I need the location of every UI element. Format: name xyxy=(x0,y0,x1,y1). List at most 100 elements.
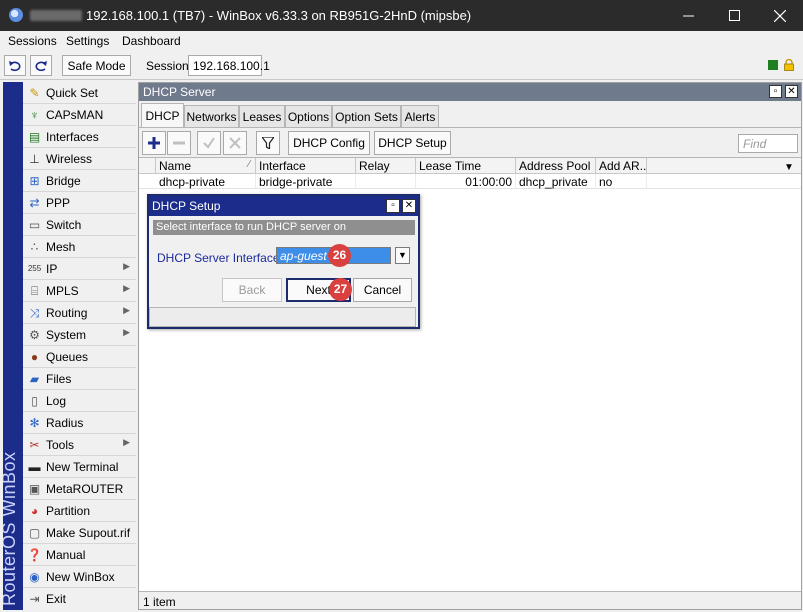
tab-option-sets[interactable]: Option Sets xyxy=(332,105,401,127)
maximize-icon xyxy=(728,10,740,21)
cancel-button[interactable]: Cancel xyxy=(353,278,412,302)
minimize-button[interactable] xyxy=(665,0,711,31)
sidebar-item-tools[interactable]: ✂ Tools ▶ xyxy=(23,434,136,456)
sidebar-item-new-terminal[interactable]: ▬ New Terminal xyxy=(23,456,136,478)
sidebar-item-mesh[interactable]: ∴ Mesh xyxy=(23,236,136,258)
sidebar-item-queues[interactable]: ● Queues xyxy=(23,346,136,368)
menu-sessions[interactable]: Sessions xyxy=(8,34,57,48)
column-name[interactable]: Name ∕ xyxy=(156,158,256,174)
tab-options[interactable]: Options xyxy=(285,105,332,127)
sidebar-item-new-winbox[interactable]: ◉ New WinBox xyxy=(23,566,136,588)
submenu-arrow-icon: ▶ xyxy=(123,305,130,315)
select-column xyxy=(139,158,156,174)
close-icon: ✕ xyxy=(404,200,414,211)
minus-icon xyxy=(173,141,185,145)
bridge-icon: ⊞ xyxy=(29,174,40,188)
tab-dhcp[interactable]: DHCP xyxy=(141,103,184,127)
sidebar-item-log[interactable]: ▯ Log xyxy=(23,390,136,412)
sidebar-item-make-supout[interactable]: ▢ Make Supout.rif xyxy=(23,522,136,544)
close-icon: ✕ xyxy=(787,86,796,97)
capsman-icon: ♆ xyxy=(30,108,39,122)
disable-button[interactable] xyxy=(223,131,247,155)
close-icon xyxy=(774,9,786,22)
tab-leases[interactable]: Leases xyxy=(239,105,285,127)
manual-icon: ❓ xyxy=(27,548,42,562)
column-address-pool[interactable]: Address Pool xyxy=(516,158,596,174)
sidebar-item-switch[interactable]: ▭ Switch xyxy=(23,214,136,236)
sidebar-item-quick-set[interactable]: ✎ Quick Set xyxy=(23,82,136,104)
sidebar-item-ppp[interactable]: ⇄ PPP xyxy=(23,192,136,214)
sidebar-item-ip[interactable]: 255 IP ▶ xyxy=(23,258,136,280)
radius-icon: ✻ xyxy=(29,416,40,430)
partition-icon: ◕ xyxy=(30,504,39,518)
dhcp-setup-button[interactable]: DHCP Setup xyxy=(374,131,451,155)
menu-settings[interactable]: Settings xyxy=(66,34,109,48)
find-input[interactable]: Find xyxy=(738,134,798,153)
sidebar-item-wireless[interactable]: ⊥ Wireless xyxy=(23,148,136,170)
plus-icon xyxy=(148,137,160,149)
safe-mode-button[interactable]: Safe Mode xyxy=(62,55,131,76)
sidebar-item-mpls[interactable]: ⌸ MPLS ▶ xyxy=(23,280,136,302)
tab-networks[interactable]: Networks xyxy=(184,105,239,127)
ppp-icon: ⇄ xyxy=(29,196,40,210)
undo-button[interactable] xyxy=(4,55,26,76)
column-add-arp[interactable]: Add AR... xyxy=(596,158,647,174)
column-menu-button[interactable]: ▼ xyxy=(781,158,801,174)
sidebar-item-files[interactable]: ▰ Files xyxy=(23,368,136,390)
back-button[interactable]: Back xyxy=(222,278,282,302)
dhcp-config-button[interactable]: DHCP Config xyxy=(288,131,370,155)
menu-dashboard[interactable]: Dashboard xyxy=(122,34,181,48)
exit-icon: ⇥ xyxy=(29,592,40,606)
close-button[interactable] xyxy=(757,0,803,31)
table-header: Name ∕ Interface Relay Lease Time Address… xyxy=(139,158,801,174)
dialog-instruction: Select interface to run DHCP server on xyxy=(153,220,415,235)
redo-button[interactable] xyxy=(30,55,52,76)
sidebar-item-metarouter[interactable]: ▣ MetaROUTER xyxy=(23,478,136,500)
sidebar-item-interfaces[interactable]: ▤ Interfaces xyxy=(23,126,136,148)
filter-button[interactable] xyxy=(256,131,280,155)
window-restore-button[interactable]: ▫ xyxy=(769,85,782,98)
tools-icon: ✂ xyxy=(29,438,40,452)
sidebar-item-exit[interactable]: ⇥ Exit xyxy=(23,588,136,610)
column-interface[interactable]: Interface xyxy=(256,158,356,174)
add-button[interactable] xyxy=(142,131,166,155)
interface-dropdown-button[interactable]: ▼ xyxy=(395,247,410,264)
maximize-button[interactable] xyxy=(711,0,757,31)
column-lease-time[interactable]: Lease Time xyxy=(416,158,516,174)
session-address: 192.168.100.1 xyxy=(188,55,270,76)
column-relay[interactable]: Relay xyxy=(356,158,416,174)
check-icon xyxy=(203,137,215,149)
table-row[interactable]: dhcp-private bridge-private 01:00:00 dhc… xyxy=(139,174,801,189)
sidebar-item-capsman[interactable]: ♆ CAPsMAN xyxy=(23,104,136,126)
lock-icon xyxy=(784,59,794,71)
dialog-close-button[interactable]: ✕ xyxy=(402,199,416,213)
sidebar-item-partition[interactable]: ◕ Partition xyxy=(23,500,136,522)
tab-alerts[interactable]: Alerts xyxy=(401,105,439,127)
mesh-icon: ∴ xyxy=(30,240,39,254)
undo-icon xyxy=(9,60,21,71)
brand-text: RouterOS WinBox xyxy=(3,451,19,606)
sidebar-item-radius[interactable]: ✻ Radius xyxy=(23,412,136,434)
submenu-arrow-icon: ▶ xyxy=(123,261,130,271)
restore-icon: ▫ xyxy=(391,200,395,211)
log-icon: ▯ xyxy=(31,394,38,408)
quick-set-icon: ✎ xyxy=(29,86,40,100)
window-close-button[interactable]: ✕ xyxy=(785,85,798,98)
enable-button[interactable] xyxy=(197,131,221,155)
sidebar-item-bridge[interactable]: ⊞ Bridge xyxy=(23,170,136,192)
dhcp-setup-dialog: DHCP Setup ▫ ✕ Select interface to run D… xyxy=(147,194,420,329)
dhcp-toolbar: DHCP Config DHCP Setup Find xyxy=(139,127,801,157)
brand-bar: RouterOS WinBox xyxy=(3,82,23,610)
ip-icon: 255 xyxy=(27,264,42,273)
redacted-identity xyxy=(30,10,82,21)
cross-icon xyxy=(229,137,241,149)
sort-icon: ∕ xyxy=(248,159,250,170)
sidebar-item-routing[interactable]: ⤨ Routing ▶ xyxy=(23,302,136,324)
dialog-title: DHCP Setup xyxy=(149,196,418,216)
sidebar-item-manual[interactable]: ❓ Manual xyxy=(23,544,136,566)
remove-button[interactable] xyxy=(167,131,191,155)
interface-label: DHCP Server Interface: xyxy=(157,251,283,265)
sidebar-item-system[interactable]: ⚙ System ▶ xyxy=(23,324,136,346)
dialog-restore-button[interactable]: ▫ xyxy=(386,199,400,213)
wireless-icon: ⊥ xyxy=(29,152,40,166)
